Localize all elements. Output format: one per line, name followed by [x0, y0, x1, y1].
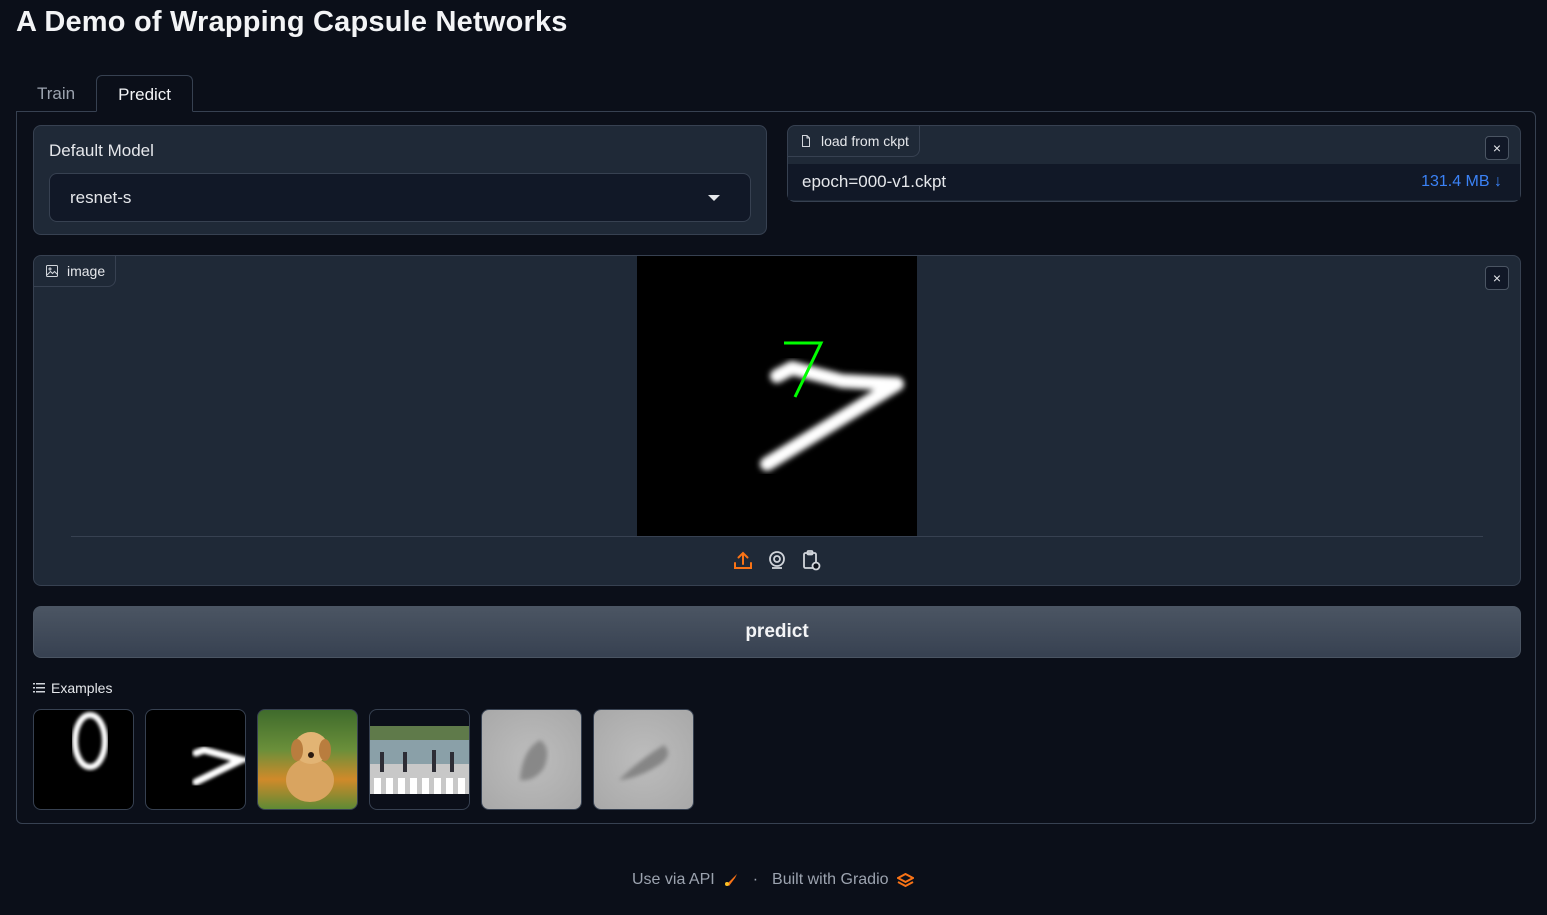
- model-dropdown-block: Default Model resnet-s: [33, 125, 767, 235]
- ckpt-badge: load from ckpt: [788, 126, 920, 157]
- example-street-crossing[interactable]: [369, 709, 470, 810]
- tab-train[interactable]: Train: [16, 75, 96, 112]
- model-dropdown[interactable]: resnet-s: [49, 173, 751, 222]
- tab-bar: Train Predict: [16, 75, 194, 112]
- image-toolbar-divider: [71, 536, 1483, 537]
- ckpt-file-name: epoch=000-v1.ckpt: [802, 172, 947, 191]
- predict-panel: Default Model resnet-s load from ckpt × …: [16, 111, 1536, 824]
- examples-label-text: Examples: [51, 680, 113, 696]
- built-with-gradio-link[interactable]: Built with Gradio: [772, 871, 889, 889]
- ckpt-badge-label: load from ckpt: [821, 133, 909, 149]
- footer-separator: ·: [752, 871, 759, 888]
- example-digit-seven[interactable]: [145, 709, 246, 810]
- image-toolbar: [732, 549, 822, 571]
- clipboard-icon[interactable]: [800, 549, 822, 571]
- footer: Use via API · Built with Gradio: [632, 871, 914, 889]
- example-gray-shape-2[interactable]: [593, 709, 694, 810]
- image-badge-label: image: [67, 263, 106, 279]
- model-dropdown-value: resnet-s: [70, 188, 132, 207]
- ckpt-download-link[interactable]: 131.4 MB ↓: [1421, 173, 1502, 191]
- example-digit-zero[interactable]: [33, 709, 134, 810]
- use-via-api-link[interactable]: Use via API: [632, 871, 715, 889]
- image-icon: [46, 265, 58, 277]
- gradio-logo-icon: [896, 872, 914, 887]
- predict-button[interactable]: predict: [33, 606, 1521, 658]
- model-dropdown-label: Default Model: [49, 141, 154, 160]
- ckpt-file-row: epoch=000-v1.ckpt 131.4 MB ↓: [788, 164, 1520, 200]
- chevron-down-icon: [708, 195, 720, 201]
- digit-seven-image: [760, 341, 904, 471]
- example-puppy[interactable]: [257, 709, 358, 810]
- list-icon: [33, 683, 45, 693]
- example-gray-shape-1[interactable]: [481, 709, 582, 810]
- image-preview[interactable]: [637, 256, 917, 536]
- ckpt-file-block: load from ckpt × epoch=000-v1.ckpt 131.4…: [787, 125, 1521, 202]
- rocket-icon: [724, 874, 737, 886]
- ckpt-close-button[interactable]: ×: [1485, 136, 1509, 160]
- image-input-block: image ×: [33, 255, 1521, 586]
- upload-icon[interactable]: [732, 549, 754, 571]
- file-icon: [802, 135, 810, 147]
- page-title: A Demo of Wrapping Capsule Networks: [16, 6, 568, 38]
- image-clear-button[interactable]: ×: [1485, 266, 1509, 290]
- webcam-icon[interactable]: [766, 549, 788, 571]
- image-badge: image: [34, 256, 117, 287]
- tab-predict[interactable]: Predict: [96, 75, 194, 112]
- examples-gallery: [33, 709, 694, 810]
- examples-label: Examples: [33, 680, 112, 696]
